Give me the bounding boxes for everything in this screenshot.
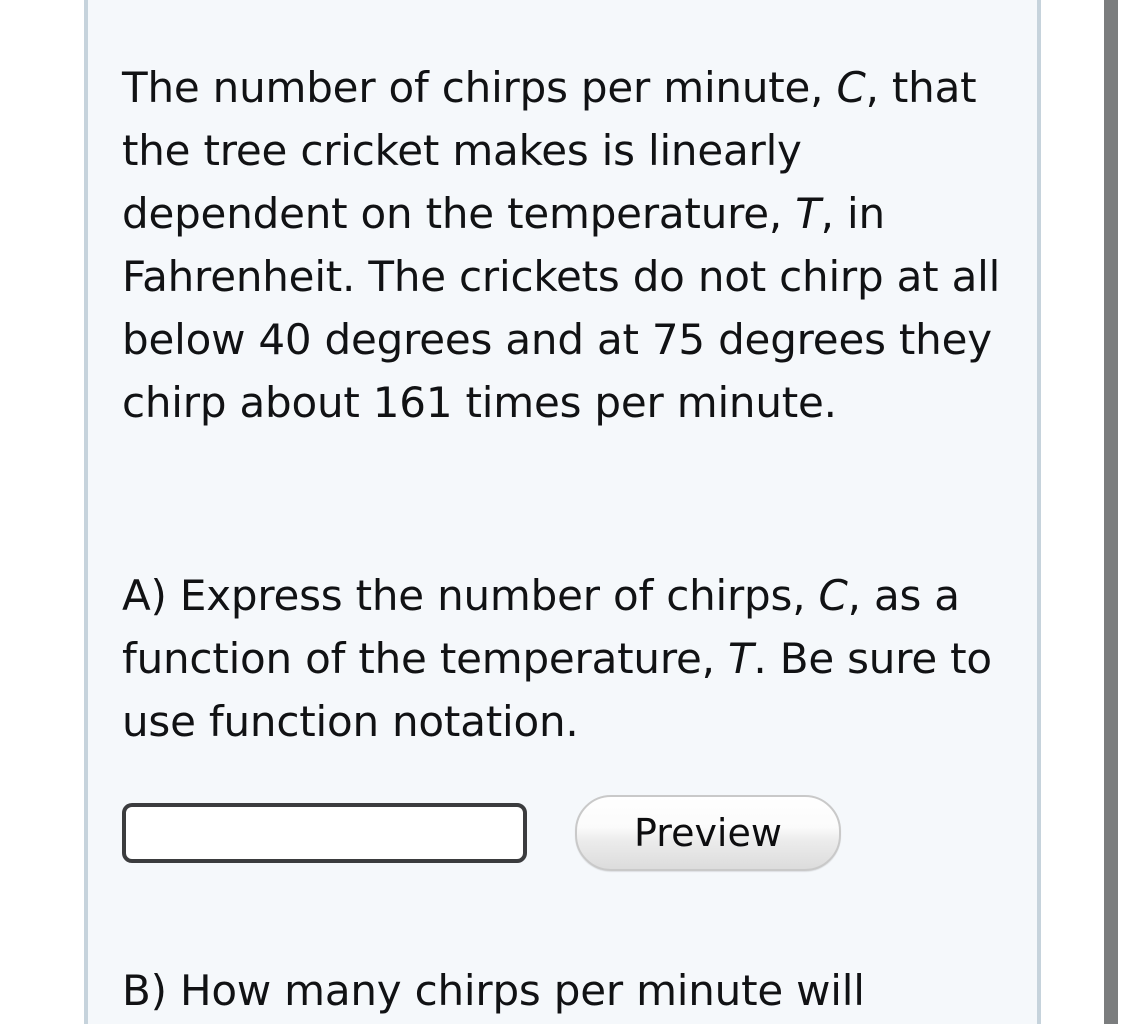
statement-seg-1: The number of chirps per minute, <box>122 63 837 112</box>
preview-button[interactable]: Preview <box>575 795 841 871</box>
variable-c: C <box>836 63 866 112</box>
question-panel: The number of chirps per minute, C, that… <box>84 0 1041 1024</box>
vertical-scrollbar-thumb[interactable] <box>1104 0 1118 1024</box>
part-a-variable-t: T <box>727 634 754 683</box>
part-a-seg-1: A) Express the number of chirps, <box>122 571 819 620</box>
part-b-prompt: B) How many chirps per minute will crick… <box>122 966 865 1015</box>
preview-button-label: Preview <box>634 811 782 855</box>
part-a-answer-input[interactable] <box>122 803 527 863</box>
problem-statement: The number of chirps per minute, C, that… <box>122 56 1003 434</box>
part-a-answer-row: Preview <box>122 795 1003 871</box>
part-a-prompt: A) Express the number of chirps, C, as a… <box>122 564 1003 753</box>
screenshot-root: The number of chirps per minute, C, that… <box>0 0 1125 1024</box>
vertical-scrollbar[interactable] <box>1103 0 1125 1024</box>
question-content: The number of chirps per minute, C, that… <box>88 0 1037 1024</box>
part-a-variable-c: C <box>818 571 848 620</box>
variable-t: T <box>795 189 821 238</box>
